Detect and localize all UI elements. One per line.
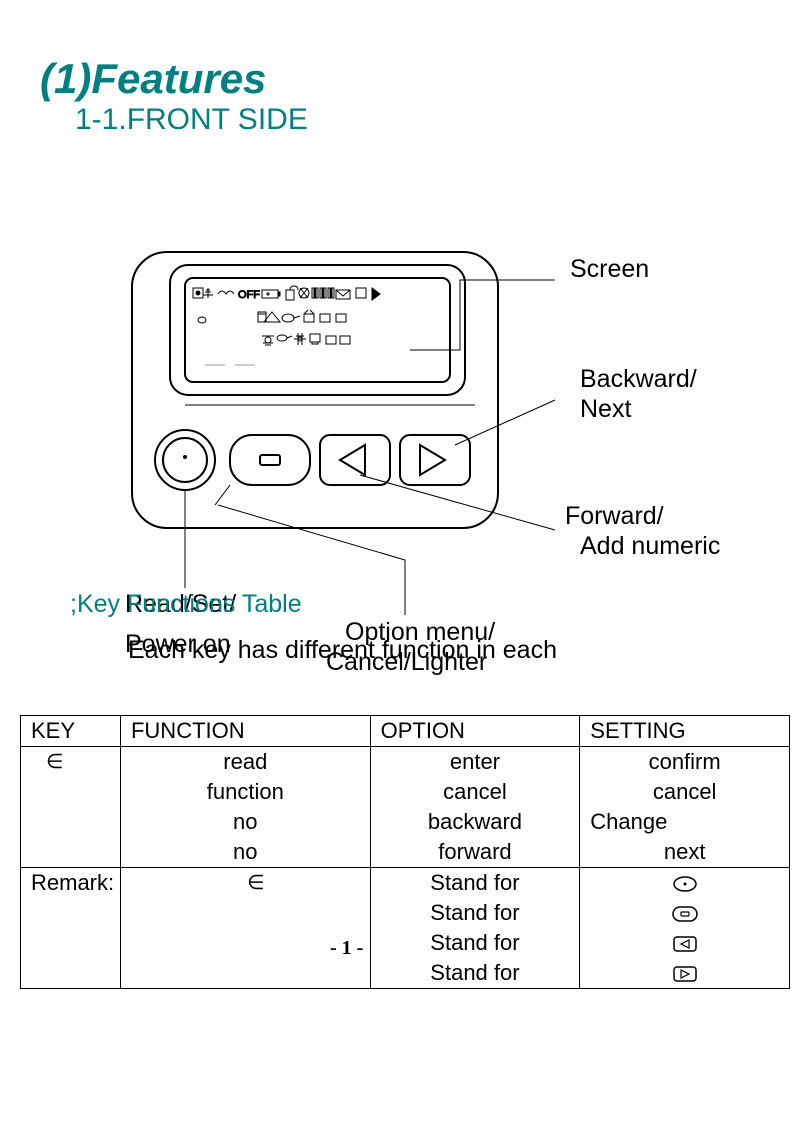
label-forward: Forward/ [565,502,664,531]
cell-remark-option: Stand for [370,898,580,928]
cell-remark-setting [580,898,790,928]
table-row-remark: Remark: ∈ Stand for [21,868,790,899]
cell-option: cancel [370,777,580,807]
right-triangle-button-icon [672,964,698,984]
cell-remark-option: Stand for [370,868,580,899]
cell-setting: next [580,837,790,868]
page-number: - 1 - [330,937,363,960]
cell-function: no [120,807,370,837]
device-diagram: OFF [130,250,500,530]
table-row: ∈ read enter confirm [21,747,790,778]
table-row-remark: Stand for [21,898,790,928]
cell-remark-label: Remark: [21,868,121,989]
cell-option: enter [370,747,580,778]
table-row-remark: Stand for [21,928,790,958]
cell-remark-option: Stand for [370,958,580,989]
table-row-remark: Stand for [21,958,790,989]
cell-remark-func [120,898,370,928]
key-functions-heading: ;Key Functions Table [70,590,302,619]
th-setting: SETTING [580,716,790,747]
svg-text:OFF: OFF [238,289,260,301]
cell-function: read [120,747,370,778]
cell-key: ∈ [21,747,121,778]
label-next: Next [580,395,631,424]
label-screen: Screen [570,255,649,284]
cell-key [21,777,121,807]
each-key-text: Each key has different function in each [128,636,557,665]
cell-setting: Change [580,807,790,837]
label-backward: Backward/ [580,365,697,394]
cell-remark-option: Stand for [370,928,580,958]
label-addnumeric: Add numeric [580,532,720,561]
cell-remark-func [120,958,370,989]
page-subtitle: 1-1.FRONT SIDE [75,103,308,137]
table-row: no forward next [21,837,790,868]
th-key: KEY [21,716,121,747]
cell-remark-setting [580,958,790,989]
th-option: OPTION [370,716,580,747]
round-dot-button-icon [671,875,699,893]
cell-function: no [120,837,370,868]
cell-function: function [120,777,370,807]
cell-remark-func: ∈ [120,868,370,899]
cell-remark-setting [580,928,790,958]
cell-setting: confirm [580,747,790,778]
table-row: no backward Change [21,807,790,837]
cell-setting: cancel [580,777,790,807]
cell-option: forward [370,837,580,868]
cell-key [21,837,121,868]
cell-remark-setting [580,868,790,899]
left-triangle-button-icon [672,934,698,954]
cell-option: backward [370,807,580,837]
key-functions-table: KEY FUNCTION OPTION SETTING ∈ read enter… [20,715,790,989]
table-row: function cancel cancel [21,777,790,807]
table-header-row: KEY FUNCTION OPTION SETTING [21,716,790,747]
th-function: FUNCTION [120,716,370,747]
cell-key [21,807,121,837]
page-title: (1)Features [40,55,266,103]
menu-button-icon [671,904,699,924]
